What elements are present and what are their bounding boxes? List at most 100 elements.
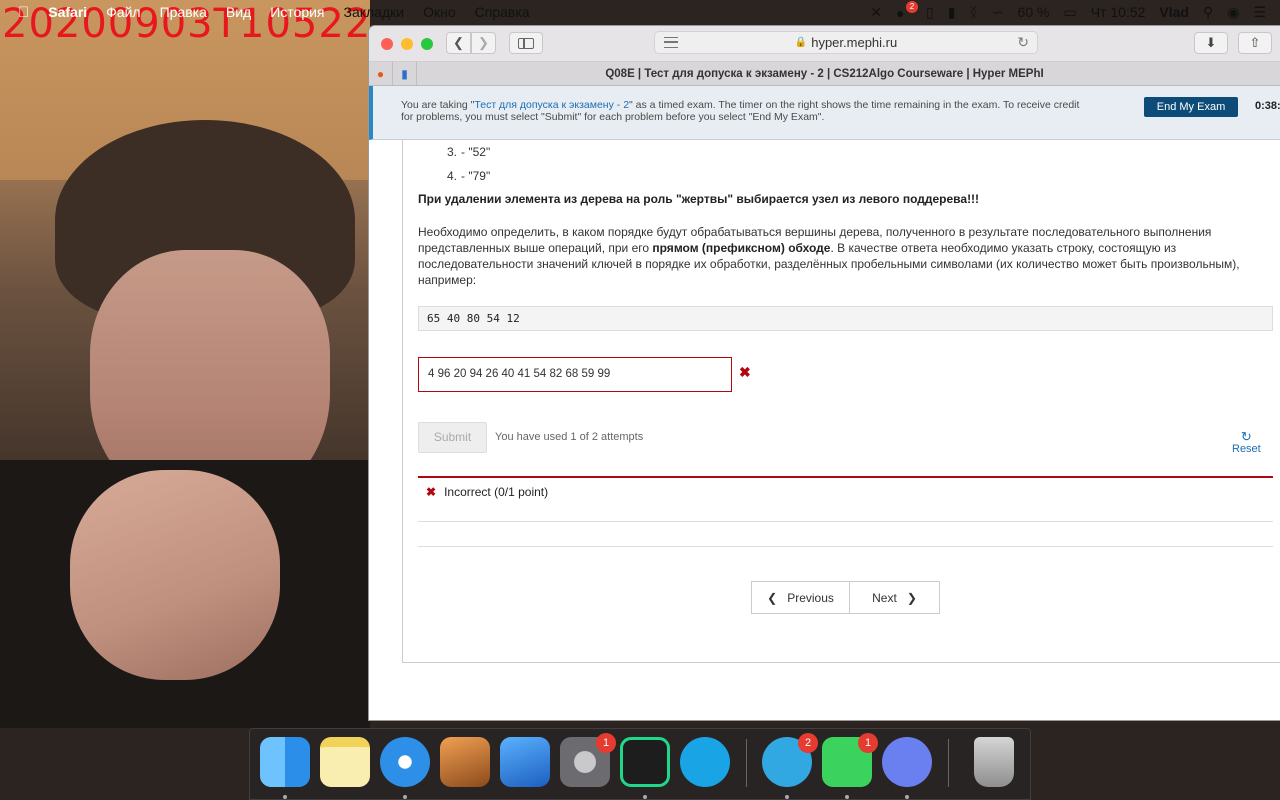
safari-window: ❮ ❯ 🔒 hyper.mephi.ru ↻ ⬇ ⇧ ● ▮ Q08E | Те… [369,26,1280,720]
result-divider [418,476,1273,478]
running-indicator [905,795,909,799]
tab-bar: ● ▮ Q08E | Тест для допуска к экзамену -… [369,62,1280,86]
menu-file[interactable]: Файл [106,4,140,20]
chevron-left-icon: ❮ [767,590,778,605]
siri-icon[interactable]: ◉ [1227,4,1239,21]
skype-icon[interactable] [680,737,730,787]
address-bar[interactable]: 🔒 hyper.mephi.ru ↻ [654,31,1038,54]
downloads-button[interactable]: ⬇ [1194,32,1228,54]
finder-icon[interactable] [260,737,310,787]
next-button[interactable]: Next ❯ [850,582,939,613]
example-answer: 65 40 80 54 12 [418,306,1273,331]
dock-badge: 2 [798,733,818,753]
dock: 1 2 1 [249,728,1031,800]
operations-list: 3. - "52" 4. - "79" [441,140,490,188]
fullscreen-window-button[interactable] [421,37,433,50]
menu-history[interactable]: История [270,4,324,20]
battery-percent[interactable]: 60 % [1018,4,1050,20]
list-item-number: 3. [446,145,457,159]
chevron-left-icon: ❮ [453,35,464,50]
toolbar-right: ⬇ ⇧ [1194,32,1280,54]
dock-separator [746,739,747,787]
apple-menu-icon[interactable]:  [18,4,29,21]
incorrect-result-icon: ✖ [426,485,437,499]
exam-banner-text: You are taking "Тест для допуска к экзам… [401,99,1091,123]
share-button[interactable]: ⇧ [1238,32,1272,54]
telegram-icon[interactable]: 2 [762,733,818,787]
system-preferences-icon[interactable]: 1 [560,733,616,787]
chat-icon[interactable]: ▯ [926,4,934,21]
reset-button[interactable]: ↻ Reset [1232,430,1261,455]
running-indicator [643,795,647,799]
running-indicator [785,795,789,799]
deletion-rule-note: При удалении элемента из дерева на роль … [418,192,980,206]
forward-button[interactable]: ❯ [471,32,496,54]
divider [418,546,1273,547]
discord-icon[interactable] [882,737,932,787]
menu-window[interactable]: Окно [423,4,456,20]
garageband-icon[interactable] [440,737,490,787]
end-exam-button[interactable]: End My Exam [1144,97,1238,117]
minimize-window-button[interactable] [401,37,413,50]
lock-icon: 🔒 [794,37,808,48]
dock-separator [948,739,949,787]
share-icon: ⇧ [1249,35,1261,50]
dock-badge: 1 [858,733,878,753]
battery-icon[interactable]: ▭ [1063,4,1076,21]
notification-icon[interactable]: ● 2 [896,1,918,21]
notes-icon[interactable] [320,737,370,787]
wifi-icon[interactable]: ∽ [992,4,1004,21]
chevron-right-icon: ❯ [906,590,917,605]
show-sidebar-button[interactable] [509,32,543,54]
task-text-bold: прямом (префиксном) обходе [652,241,831,255]
exam-link[interactable]: Тест для допуска к экзамену - 2 [474,99,629,111]
submit-button[interactable]: Submit [418,422,487,453]
reader-view-icon[interactable] [664,37,678,48]
previous-label: Previous [787,590,834,605]
menu-bookmarks[interactable]: Закладки [344,4,405,20]
xcode-icon[interactable] [500,737,550,787]
notification-center-icon[interactable]: ☰ [1253,4,1266,21]
back-button[interactable]: ❮ [446,32,471,54]
input-flag-icon[interactable]: ▮ [948,4,956,21]
list-item: 3. - "52" [441,140,490,164]
mute-mic-icon[interactable]: ✕ [870,4,882,21]
banner-text-start: You are taking " [401,99,475,111]
bluetooth-icon[interactable]: ᛝ [969,4,977,20]
menu-bar:  Safari Файл Правка Вид История Закладк… [0,0,1280,24]
pycharm-icon[interactable] [620,737,670,787]
safari-icon[interactable] [380,737,430,787]
close-window-button[interactable] [381,37,393,50]
user-name[interactable]: Vlad [1159,4,1189,20]
menu-help[interactable]: Справка [475,4,530,20]
timed-exam-banner: You are taking "Тест для допуска к экзам… [369,86,1280,140]
download-icon: ⬇ [1205,35,1217,50]
previous-button[interactable]: ❮ Previous [752,582,850,613]
history-nav: ❮ ❯ [446,32,496,54]
problem-content: 3. - "52" 4. - "79" При удалении элемента … [402,140,1280,663]
exam-timer: 0:38: [1255,100,1280,112]
reset-label: Reset [1232,443,1261,455]
answer-input[interactable]: 4 96 20 94 26 40 41 54 82 68 59 99 [418,357,732,392]
next-label: Next [872,590,897,605]
divider [418,521,1273,522]
notification-badge: 2 [905,1,918,13]
menu-app-name[interactable]: Safari [48,4,87,20]
list-item-text: - "52" [461,145,491,159]
trash-icon[interactable] [974,737,1014,787]
sequence-pager: ❮ Previous Next ❯ [751,581,940,614]
active-tab-title[interactable]: Q08E | Тест для допуска к экзамену - 2 |… [369,68,1280,80]
dock-badge: 1 [596,733,616,753]
url-text: hyper.mephi.ru [811,35,898,50]
menu-view[interactable]: Вид [226,4,251,20]
facetime-icon[interactable]: 1 [822,733,878,787]
reload-icon[interactable]: ↻ [1017,34,1029,51]
list-item-number: 4. [446,169,457,183]
menu-edit[interactable]: Правка [160,4,207,20]
result-text: Incorrect (0/1 point) [444,485,549,499]
sidebar-icon [518,37,534,49]
clock[interactable]: Чт 10:52 [1091,4,1146,20]
window-toolbar: ❮ ❯ 🔒 hyper.mephi.ru ↻ ⬇ ⇧ [369,26,1280,62]
spotlight-search-icon[interactable]: ⚲ [1203,4,1213,21]
window-controls [369,37,433,50]
